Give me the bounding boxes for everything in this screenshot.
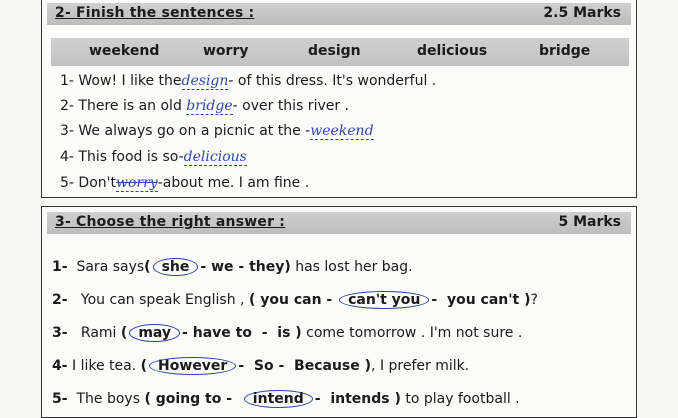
sentence-1: 1- Wow! I like thedesign- of this dress.… [60, 73, 436, 90]
section-3-title: 3- Choose the right answer : [55, 214, 286, 230]
question-text: You can speak English , [80, 292, 245, 308]
section-2-header: 2- Finish the sentences : 2.5 Marks [47, 3, 631, 25]
sentence-text: - over this river . [232, 98, 350, 114]
word-bank-item: weekend [89, 43, 160, 59]
sentence-text: - of this dress. It's wonderful . [228, 73, 437, 89]
handwritten-answer: weekend [310, 123, 374, 140]
word-bank-item: design [308, 43, 361, 59]
option: is [277, 325, 291, 341]
sentence-2: 2- There is an old bridge- over this riv… [60, 98, 349, 115]
circled-option: can't you [339, 291, 430, 309]
option: So [253, 358, 274, 374]
sentence-text: 4- This food is so- [60, 149, 184, 165]
question-number: 3- [52, 325, 68, 341]
question-number: 1- [52, 259, 68, 275]
circled-option: intend [243, 390, 313, 408]
handwritten-answer: worry [115, 175, 158, 192]
question-text: come tomorrow . I'm not sure . [306, 325, 523, 341]
question-2: 2- You can speak English , ( you can - c… [52, 291, 538, 309]
question-text: ? [530, 292, 538, 308]
question-text: Sara says [76, 259, 145, 275]
handwritten-answer: delicious [183, 149, 247, 166]
section-3-box [41, 206, 637, 418]
word-bank: weekend worry design delicious bridge [51, 38, 629, 66]
option: we [211, 259, 234, 275]
sentence-text: 1- Wow! I like the [60, 73, 182, 89]
circled-option: she [152, 258, 199, 276]
question-text: has lost her bag. [295, 259, 413, 275]
question-3: 3- Rami (may - have to - is ) come tomorr… [52, 324, 523, 342]
question-text: Rami [80, 325, 117, 341]
sentence-5: 5- Don'tworry-about me. I am fine . [60, 175, 309, 192]
section-3-marks: 5 Marks [558, 214, 621, 230]
sentence-3: 3- We always go on a picnic at the -week… [60, 123, 374, 140]
sentence-4: 4- This food is so-delicious [60, 149, 247, 166]
sentence-text: -about me. I am fine . [157, 175, 310, 191]
sentence-text: 3- We always go on a picnic at the - [60, 123, 311, 139]
sentence-text: 2- There is an old [60, 98, 182, 114]
option: Because [294, 358, 360, 374]
option: they [249, 259, 285, 275]
word-bank-item: worry [203, 43, 249, 59]
handwritten-answer: design [181, 73, 229, 90]
question-text: , I prefer milk. [371, 358, 470, 374]
option: have to [192, 325, 252, 341]
circled-option: may [129, 324, 181, 342]
question-5: 5- The boys ( going to - intend - intends… [52, 390, 520, 408]
question-number: 4- [52, 358, 68, 374]
question-1: 1- Sara says(she - we - they) has lost he… [52, 258, 413, 276]
question-text: I like tea. [72, 358, 137, 374]
question-number: 2- [52, 292, 68, 308]
circled-option: However [149, 357, 237, 375]
section-2-title: 2- Finish the sentences : [55, 5, 255, 21]
section-2-marks: 2.5 Marks [543, 5, 621, 21]
sentence-text: 5- Don't [60, 175, 116, 191]
option: you can [260, 292, 322, 308]
word-bank-item: delicious [417, 43, 488, 59]
section-3-header: 3- Choose the right answer : 5 Marks [47, 212, 631, 234]
option: you can't [446, 292, 520, 308]
word-bank-item: bridge [539, 43, 591, 59]
question-4: 4- I like tea. (However - So - Because ),… [52, 357, 470, 375]
handwritten-answer: bridge [186, 98, 233, 115]
